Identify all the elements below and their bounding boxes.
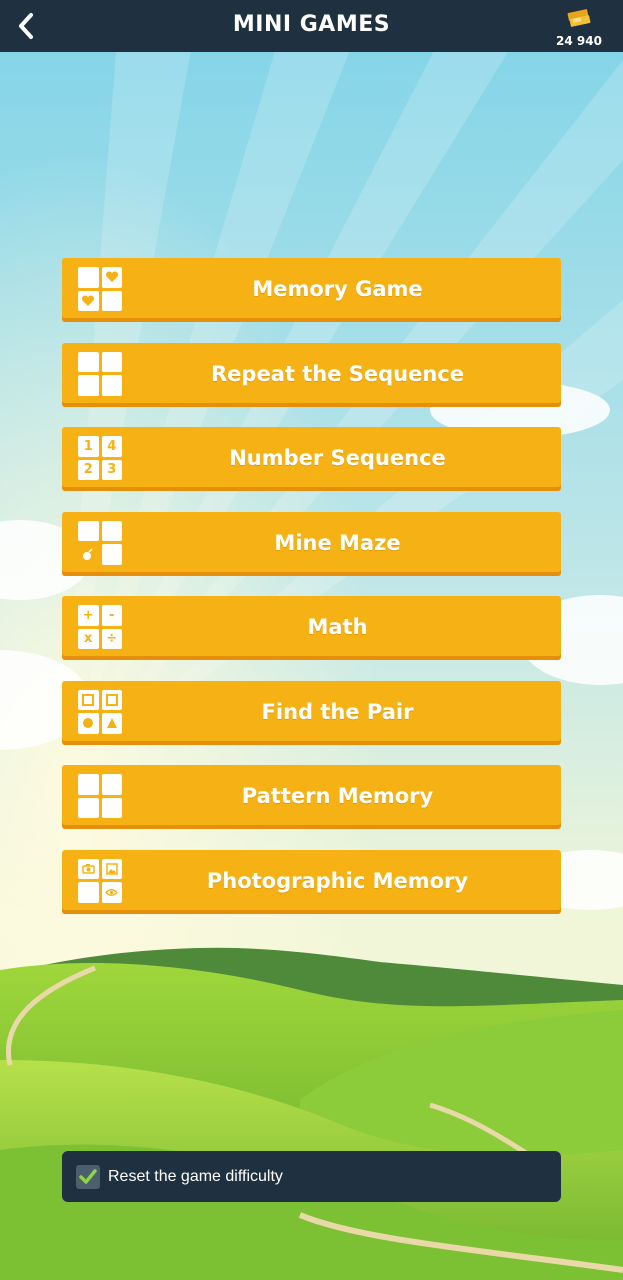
top-bar: MINI GAMES 24 940: [0, 0, 623, 52]
mine-maze-button[interactable]: Mine Maze: [62, 511, 561, 572]
circle-icon: [83, 718, 94, 729]
game-label: Photographic Memory: [206, 868, 469, 893]
bomb-icon: [83, 548, 93, 561]
game-label: Number Sequence: [229, 446, 446, 470]
reset-label: Reset the game difficulty: [108, 1168, 283, 1185]
game-label: Mine Maze: [274, 530, 401, 555]
game-label: Repeat the Sequence: [211, 361, 464, 386]
tickets-icon: [567, 9, 591, 27]
square-icon: [82, 693, 95, 706]
game-label: Find the Pair: [261, 699, 414, 724]
photographic-memory-button[interactable]: Photographic Memory: [62, 849, 561, 910]
page-title: MINI GAMES: [232, 12, 391, 37]
memory-game-button[interactable]: Memory Game: [62, 258, 561, 318]
game-label: Math: [307, 615, 368, 639]
number-sequence-button[interactable]: 1 4 2 3 Number Sequence: [62, 427, 561, 487]
coins-count: 24 940: [556, 34, 602, 48]
reset-checkbox[interactable]: [76, 1165, 100, 1189]
pattern-memory-button[interactable]: Pattern Memory: [62, 765, 561, 825]
games-menu: Memory Game Repeat the Sequence 1 4 2 3 …: [62, 258, 561, 934]
check-icon: [79, 1169, 97, 1184]
heart-icon: [82, 295, 95, 306]
game-label: Memory Game: [252, 277, 423, 301]
camera-icon: [82, 864, 95, 874]
coins-balance[interactable]: 24 940: [549, 8, 609, 48]
find-the-pair-button[interactable]: Find the Pair: [62, 680, 561, 741]
repeat-sequence-button[interactable]: Repeat the Sequence: [62, 342, 561, 403]
math-button[interactable]: + - x ÷ Math: [62, 596, 561, 656]
reset-difficulty-toggle[interactable]: Reset the game difficulty: [62, 1151, 561, 1202]
game-label: Pattern Memory: [241, 784, 434, 808]
